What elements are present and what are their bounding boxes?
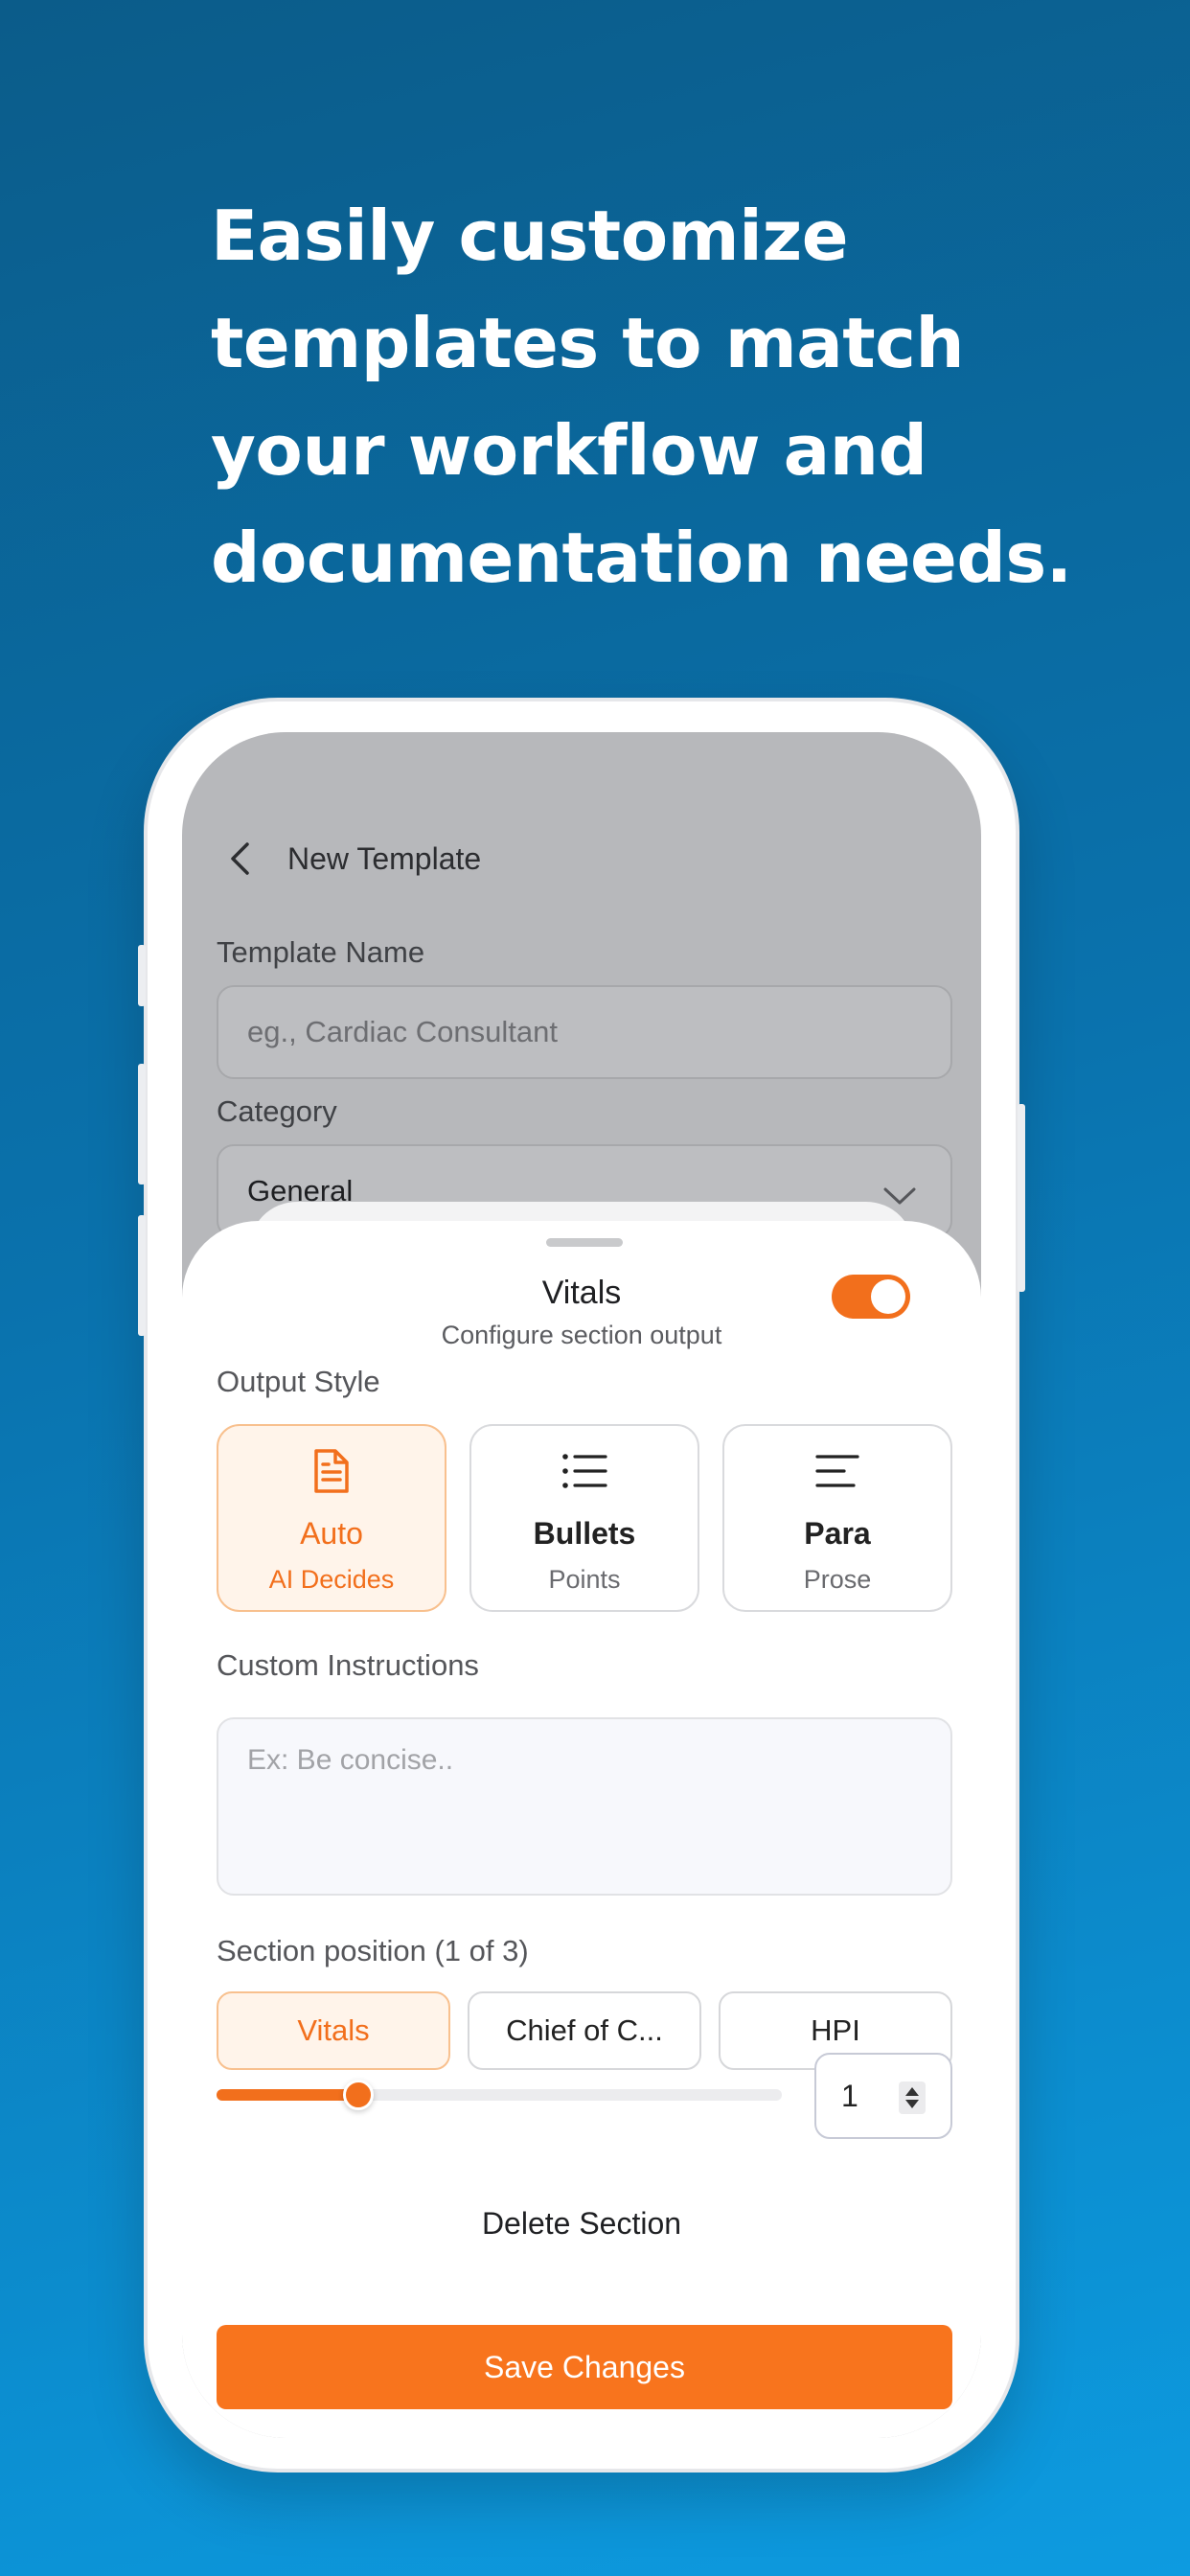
output-style-para-subtitle: Prose bbox=[803, 1565, 872, 1594]
section-enabled-toggle[interactable] bbox=[832, 1275, 910, 1319]
position-stepper[interactable]: 1 bbox=[814, 2053, 952, 2139]
sheet-subtitle: Configure section output bbox=[441, 1321, 722, 1349]
headline-line-3: your workflow and bbox=[211, 410, 927, 491]
phone-volume-down-button bbox=[138, 1215, 146, 1336]
custom-instructions-placeholder: Ex: Be concise.. bbox=[247, 1744, 454, 1776]
template-name-input[interactable]: eg., Cardiac Consultant bbox=[217, 985, 952, 1079]
output-style-para-title: Para bbox=[804, 1516, 871, 1551]
output-style-bullets[interactable]: Bullets Points bbox=[469, 1424, 699, 1612]
stepper-arrows[interactable] bbox=[899, 2082, 926, 2114]
section-position-label: Section position (1 of 3) bbox=[217, 1934, 529, 1967]
document-icon bbox=[312, 1445, 351, 1497]
output-style-auto[interactable]: Auto AI Decides bbox=[217, 1424, 446, 1612]
headline-line-1: Easily customize bbox=[211, 196, 849, 276]
template-name-label: Template Name bbox=[217, 935, 425, 969]
output-style-bullets-subtitle: Points bbox=[548, 1565, 621, 1594]
section-tab-vitals[interactable]: Vitals bbox=[217, 1991, 450, 2070]
headline-line-4: documentation needs. bbox=[211, 518, 1072, 598]
phone-screen: New Template Template Name eg., Cardiac … bbox=[182, 732, 981, 2438]
phone-volume-up-button bbox=[138, 1064, 146, 1184]
save-changes-button[interactable]: Save Changes bbox=[217, 2325, 952, 2409]
section-config-sheet: Vitals Configure section output Output S… bbox=[182, 1221, 981, 2438]
output-style-auto-subtitle: AI Decides bbox=[268, 1565, 395, 1594]
headline-line-2: templates to match bbox=[211, 303, 965, 383]
position-slider[interactable] bbox=[217, 2080, 782, 2110]
toggle-knob bbox=[871, 1279, 905, 1314]
phone-frame: New Template Template Name eg., Cardiac … bbox=[138, 698, 1025, 2472]
phone-side-button bbox=[138, 945, 146, 1006]
page-title: New Template bbox=[287, 840, 482, 876]
phone-power-button bbox=[1018, 1104, 1025, 1292]
sheet-drag-handle[interactable] bbox=[546, 1238, 623, 1247]
headline: Easily customize templates to match your… bbox=[211, 182, 1131, 611]
chevron-left-icon[interactable] bbox=[220, 840, 259, 878]
delete-section-button[interactable]: Delete Section bbox=[182, 2206, 981, 2242]
stepper-down-icon[interactable] bbox=[905, 2100, 919, 2108]
slider-fill bbox=[217, 2089, 358, 2101]
custom-instructions-input[interactable]: Ex: Be concise.. bbox=[217, 1717, 952, 1896]
stepper-up-icon[interactable] bbox=[905, 2087, 919, 2096]
template-name-placeholder: eg., Cardiac Consultant bbox=[247, 1015, 558, 1048]
output-style-label: Output Style bbox=[217, 1365, 380, 1398]
section-tab-chief-complaint[interactable]: Chief of C... bbox=[468, 1991, 701, 2070]
output-style-para[interactable]: Para Prose bbox=[722, 1424, 952, 1612]
paragraph-icon bbox=[815, 1445, 859, 1497]
custom-instructions-label: Custom Instructions bbox=[217, 1648, 479, 1682]
top-bar: New Template bbox=[220, 840, 481, 878]
category-label: Category bbox=[217, 1094, 337, 1128]
list-icon bbox=[561, 1445, 607, 1497]
output-style-auto-title: Auto bbox=[300, 1516, 363, 1551]
output-style-bullets-title: Bullets bbox=[533, 1516, 636, 1551]
slider-thumb[interactable] bbox=[343, 2080, 374, 2110]
position-stepper-value: 1 bbox=[841, 2078, 858, 2113]
